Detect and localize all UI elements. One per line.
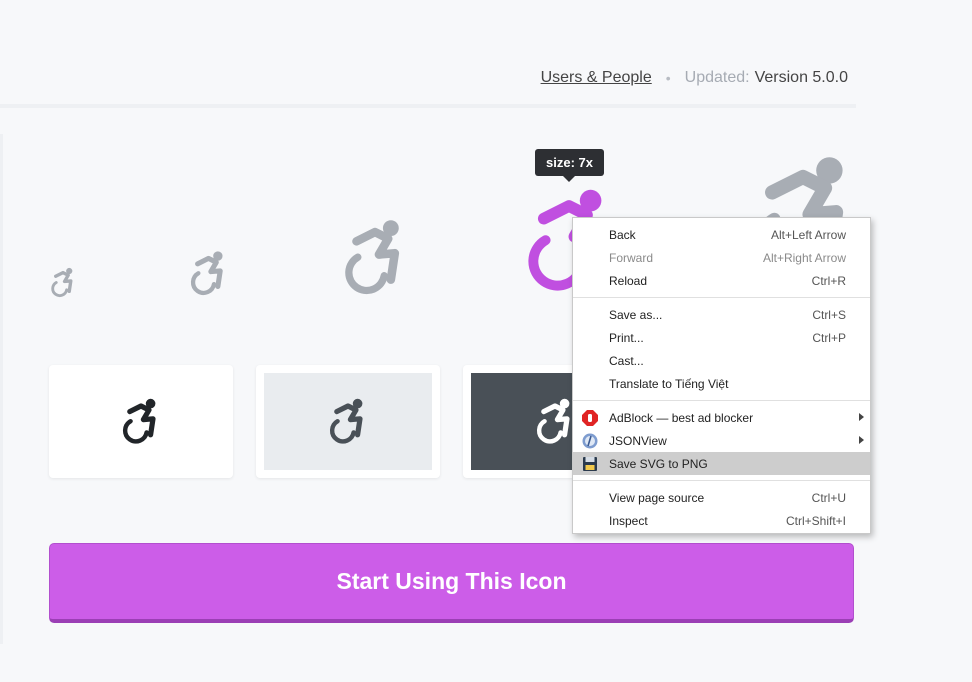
menu-item-shortcut: Ctrl+Shift+I (785, 513, 846, 528)
start-using-icon-button[interactable]: Start Using This Icon (49, 543, 854, 623)
menu-item-label: Back (609, 227, 636, 242)
menu-item-label: Forward (609, 250, 654, 265)
menu-item-inspect[interactable]: Inspect Ctrl+Shift+I (573, 509, 870, 532)
menu-item-adblock[interactable]: AdBlock — best ad blocker (573, 406, 870, 429)
menu-item-shortcut: Alt+Left Arrow (770, 227, 846, 242)
menu-item-label: Inspect (609, 513, 648, 528)
context-menu: Back Alt+Left Arrow Forward Alt+Right Ar… (572, 217, 871, 534)
menu-item-label: Save SVG to PNG (609, 456, 708, 471)
menu-item-shortcut: Ctrl+S (812, 307, 846, 322)
adblock-icon (582, 410, 598, 426)
submenu-arrow-icon (859, 413, 864, 421)
menu-item-label: View page source (609, 490, 705, 505)
floppy-disk-icon (583, 457, 597, 471)
menu-item-label: Save as... (609, 307, 663, 322)
accessible-icon-size-4x[interactable] (342, 218, 408, 299)
icon-meta-bar: Users & People • Updated: Version 5.0.0 (0, 0, 856, 108)
size-tooltip: size: 7x (535, 149, 604, 182)
menu-item-shortcut: Ctrl+U (811, 490, 846, 505)
menu-item-label: Translate to Tiếng Việt (609, 376, 729, 391)
accessible-icon-size-2x[interactable] (189, 250, 228, 298)
menu-item-save-as[interactable]: Save as... Ctrl+S (573, 303, 870, 326)
menu-item-label: Print... (609, 330, 644, 345)
menu-item-view-source[interactable]: View page source Ctrl+U (573, 486, 870, 509)
menu-item-label: Reload (609, 273, 648, 288)
jsonview-icon (582, 433, 598, 449)
menu-item-back[interactable]: Back Alt+Left Arrow (573, 223, 870, 246)
menu-item-reload[interactable]: Reload Ctrl+R (573, 269, 870, 292)
menu-separator (573, 297, 870, 298)
preview-card-white[interactable] (49, 365, 233, 478)
menu-item-label: AdBlock — best ad blocker (609, 410, 754, 425)
preview-card-white-bg (57, 373, 225, 470)
updated-version: Version 5.0.0 (754, 69, 848, 86)
menu-item-translate[interactable]: Translate to Tiếng Việt (573, 372, 870, 395)
menu-item-shortcut: Alt+Right Arrow (762, 250, 846, 265)
accessible-icon (121, 398, 161, 446)
menu-item-shortcut: Ctrl+P (812, 330, 846, 345)
submenu-arrow-icon (859, 436, 864, 444)
category-link[interactable]: Users & People (541, 69, 652, 87)
menu-separator (573, 480, 870, 481)
menu-item-label: JSONView (609, 433, 667, 448)
preview-card-light-bg (264, 373, 432, 470)
menu-separator (573, 400, 870, 401)
accessible-icon (535, 398, 575, 446)
menu-item-shortcut: Ctrl+R (811, 273, 846, 288)
menu-item-label: Cast... (609, 353, 644, 368)
updated-label: Updated: (684, 69, 750, 86)
menu-item-save-svg-to-png[interactable]: Save SVG to PNG (573, 452, 870, 475)
preview-card-light[interactable] (256, 365, 440, 478)
accessible-icon-size-1x[interactable] (50, 267, 76, 299)
menu-item-forward[interactable]: Forward Alt+Right Arrow (573, 246, 870, 269)
accessible-icon (328, 398, 368, 446)
menu-item-print[interactable]: Print... Ctrl+P (573, 326, 870, 349)
meta-separator: • (665, 70, 671, 86)
menu-item-jsonview[interactable]: JSONView (573, 429, 870, 452)
menu-item-cast[interactable]: Cast... (573, 349, 870, 372)
icon-meta: Users & People • Updated: Version 5.0.0 (541, 69, 848, 87)
